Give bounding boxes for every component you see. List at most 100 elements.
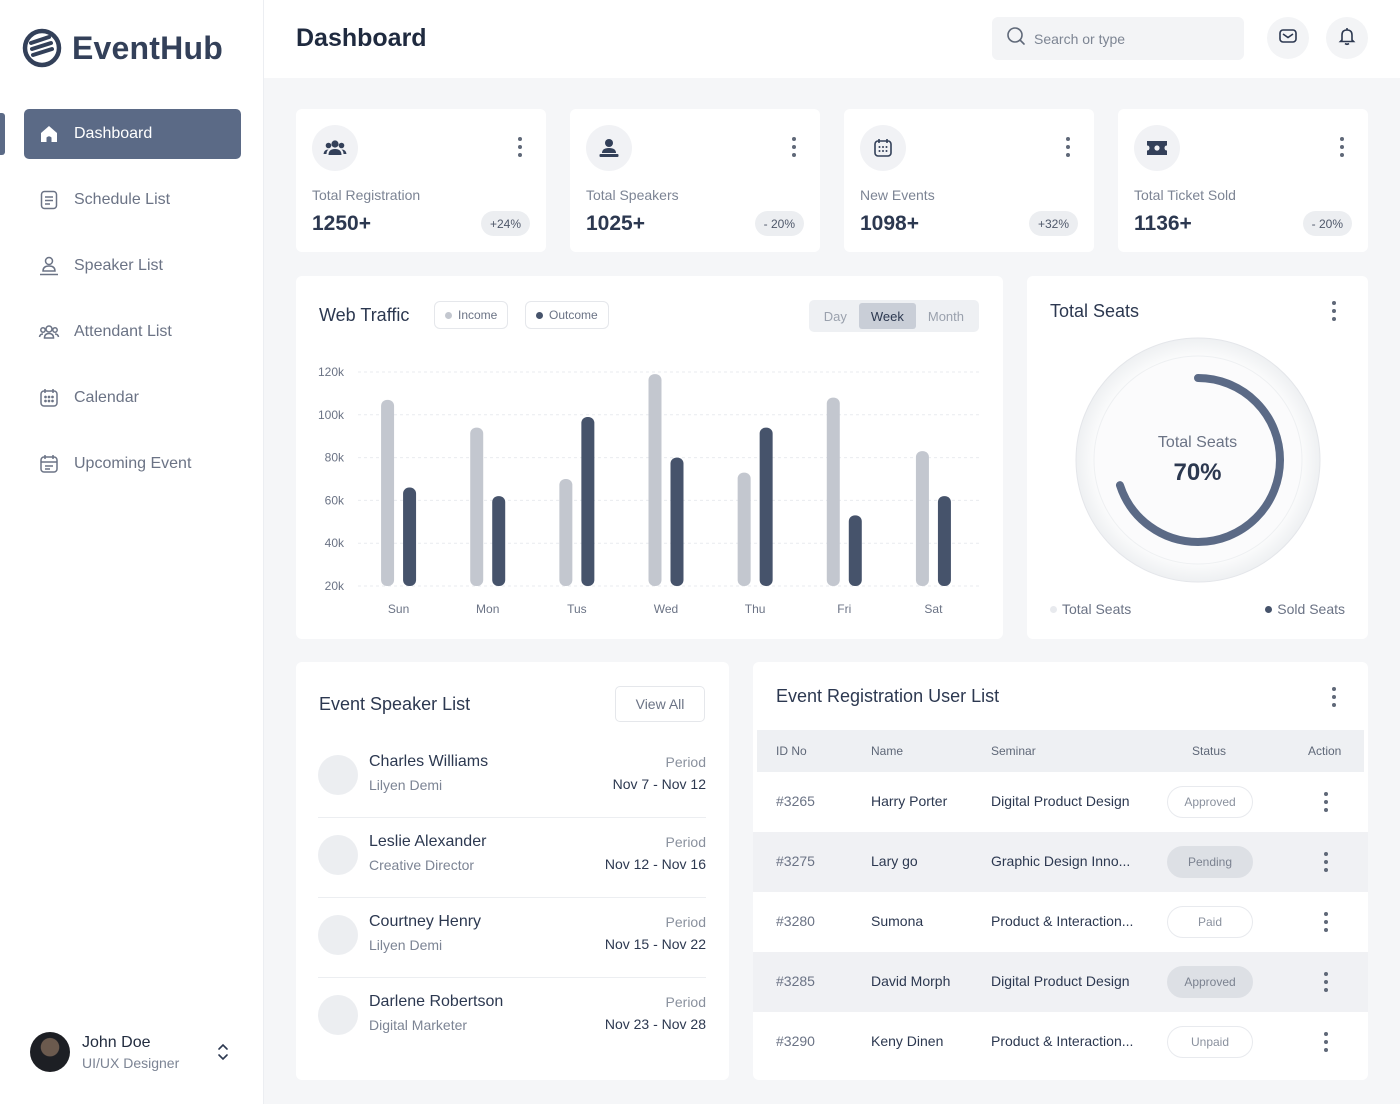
status-badge: Pending [1167,846,1253,878]
x-tick-label: Thu [745,602,766,616]
stat-value: 1250+ [312,212,371,235]
bar-outcome-sat [937,496,951,586]
status-badge: Approved [1167,786,1253,818]
income-dot [445,311,452,319]
x-tick-label: Sun [388,602,409,616]
period-label: Period [665,914,706,930]
sidebar-nav: Dashboard Schedule List Speaker List Att… [24,109,241,505]
table-row[interactable]: #3280 Sumona Product & Interaction... Pa… [753,892,1368,952]
legend-outcome[interactable]: Outcome [525,301,609,329]
calendar-icon [38,387,60,409]
y-tick-label: 40k [325,536,345,550]
more-options-icon[interactable] [792,137,796,157]
period-value: Nov 7 - Nov 12 [612,776,706,792]
table-row[interactable]: #3265 Harry Porter Digital Product Desig… [753,772,1368,832]
column-header-action: Action [1308,744,1342,758]
stat-label: Total Speakers [586,187,679,203]
period-label: Period [665,834,706,850]
bar-income-wed [648,374,662,586]
cell-seminar: Digital Product Design [991,973,1130,989]
period-value: Nov 15 - Nov 22 [604,936,706,952]
list-item[interactable]: Darlene Robertson Digital Marketer Perio… [318,978,706,1058]
cell-id: #3285 [776,973,815,989]
donut-center-label: Total Seats [1157,434,1238,451]
seats-donut [1075,337,1321,583]
stat-card-speakers: Total Speakers 1025+ - 20% [570,109,820,252]
row-action-icon[interactable] [1324,852,1328,872]
row-action-icon[interactable] [1324,792,1328,812]
sidebar-item-dashboard[interactable]: Dashboard [24,109,241,159]
search-box[interactable] [992,17,1244,60]
avatar [318,915,358,955]
legend-sold-seats: Sold Seats [1265,601,1345,617]
x-tick-label: Mon [476,602,499,616]
ticket-icon [1134,125,1180,171]
tab-month[interactable]: Month [916,303,976,329]
calendar-grid-icon [860,125,906,171]
more-options-icon[interactable] [518,137,522,157]
speaker-role: Lilyen Demi [369,937,443,953]
row-action-icon[interactable] [1324,912,1328,932]
legend-income[interactable]: Income [434,301,509,329]
user-profile[interactable]: John Doe UI/UX Designer [30,1032,240,1072]
stat-change-badge: - 20% [754,211,804,236]
avatar [30,1032,70,1072]
chevron-up-down-icon[interactable] [216,1042,230,1067]
speaker-name: Courtney Henry [369,913,482,930]
mail-icon [1278,26,1298,51]
period-value: Nov 12 - Nov 16 [604,856,706,872]
users-group-icon [312,125,358,171]
web-traffic-title: Web Traffic [319,305,410,325]
sidebar-item-attendant-list[interactable]: Attendant List [24,307,241,357]
speaker-icon [38,255,60,277]
search-input[interactable] [1034,30,1224,47]
user-name: John Doe [82,1033,151,1051]
mail-button[interactable] [1267,17,1309,59]
sidebar-item-label: Calendar [74,389,139,406]
sidebar-item-schedule-list[interactable]: Schedule List [24,175,241,225]
bar-outcome-wed [670,457,684,586]
tab-week[interactable]: Week [858,303,916,329]
more-options-icon[interactable] [1340,137,1344,157]
column-header-status: Status [1192,744,1227,758]
period-value: Nov 23 - Nov 28 [604,1016,706,1032]
status-badge: Paid [1167,906,1253,938]
sidebar-item-speaker-list[interactable]: Speaker List [24,241,241,291]
cell-name: David Morph [871,973,951,989]
table-row[interactable]: #3285 David Morph Digital Product Design… [753,952,1368,1012]
stat-change-badge: - 20% [1302,211,1352,236]
table-row[interactable]: #3275 Lary go Graphic Design Inno... Pen… [753,832,1368,892]
list-item[interactable]: Courtney Henry Lilyen Demi Period Nov 15… [318,898,706,978]
tab-day[interactable]: Day [812,303,859,329]
bar-outcome-mon [492,496,506,586]
x-tick-label: Fri [837,602,851,616]
stat-label: Total Registration [312,187,421,203]
bar-income-mon [470,427,484,586]
list-item[interactable]: Charles Williams Lilyen Demi Period Nov … [318,738,706,818]
more-options-icon[interactable] [1332,687,1336,707]
sidebar-item-label: Attendant List [74,323,172,340]
row-action-icon[interactable] [1324,972,1328,992]
speaker-name: Darlene Robertson [369,993,504,1010]
status-badge: Approved [1167,966,1253,998]
list-item[interactable]: Leslie Alexander Creative Director Perio… [318,818,706,898]
sidebar-item-label: Upcoming Event [74,455,192,472]
notification-button[interactable] [1326,17,1368,59]
sidebar-item-calendar[interactable]: Calendar [24,373,241,423]
sidebar: EventHub Dashboard Schedule List Speaker… [0,0,264,1104]
stat-label: Total Ticket Sold [1134,187,1236,203]
total-seats-dot [1050,605,1057,613]
bar-income-thu [737,472,751,586]
x-tick-label: Tus [567,602,587,616]
view-all-button[interactable]: View All [615,686,705,722]
bar-outcome-sun [403,487,417,586]
y-tick-label: 100k [318,408,345,422]
avatar [318,835,358,875]
logo[interactable]: EventHub [22,28,223,68]
sidebar-item-upcoming-event[interactable]: Upcoming Event [24,439,241,489]
more-options-icon[interactable] [1066,137,1070,157]
bar-outcome-tus [581,416,595,586]
table-row[interactable]: #3290 Keny Dinen Product & Interaction..… [753,1012,1368,1072]
web-traffic-card: Web Traffic Income Outcome Day Week Mont… [296,276,1003,639]
row-action-icon[interactable] [1324,1032,1328,1052]
